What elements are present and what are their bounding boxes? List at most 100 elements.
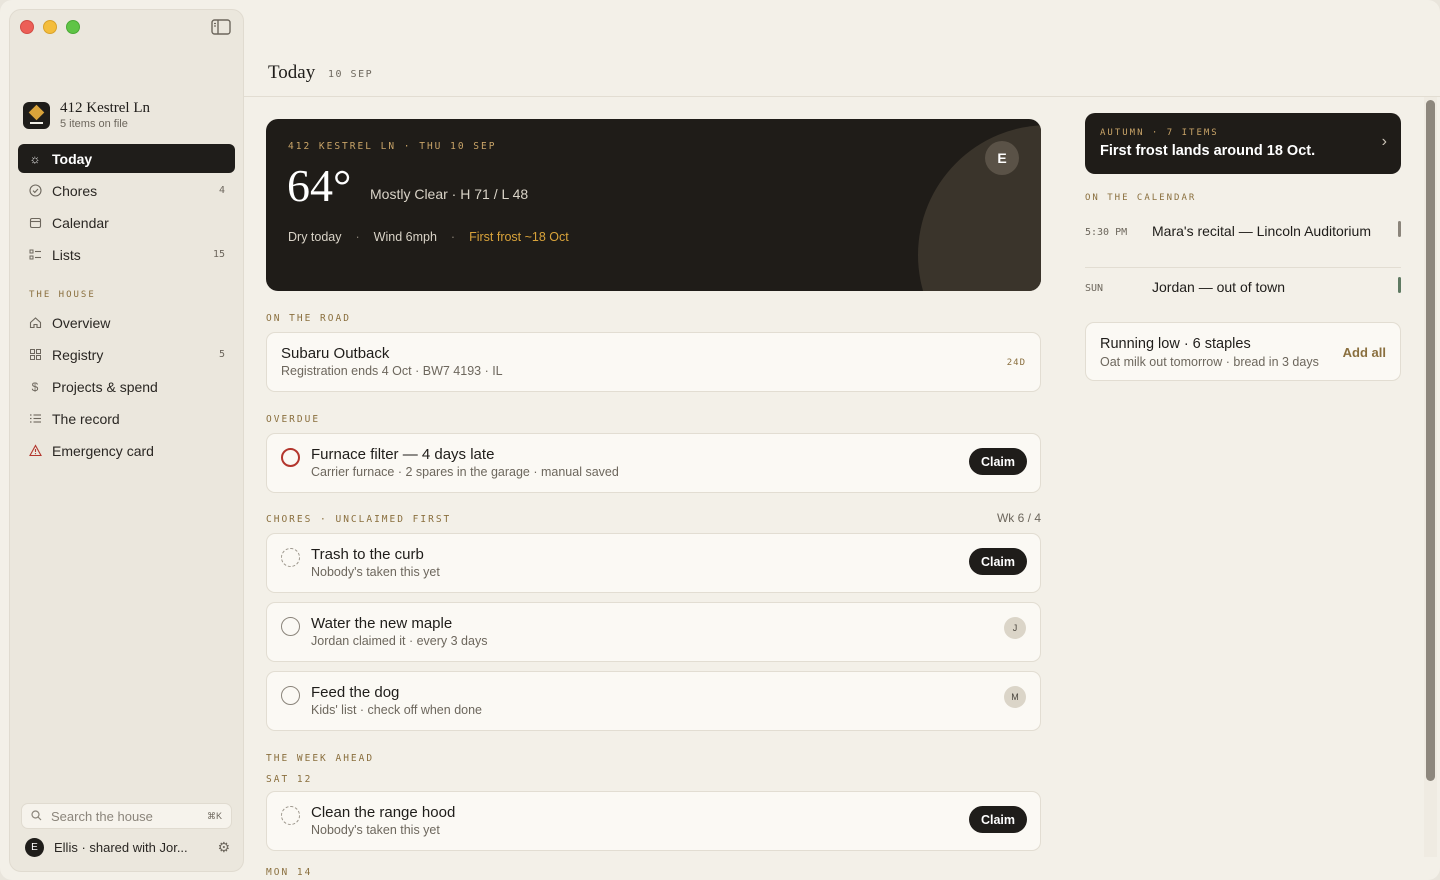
overdue-card[interactable]: Furnace filter — 4 days late Carrier fur… bbox=[266, 433, 1041, 493]
vehicle-sub: Registration ends 4 Oct · BW7 4193 · IL bbox=[281, 364, 503, 378]
warning-icon bbox=[28, 444, 42, 458]
decorative-circle bbox=[918, 125, 1041, 291]
road-section-label: ON THE ROAD bbox=[266, 313, 351, 324]
upcoming-card[interactable]: Clean the range hood Nobody's taken this… bbox=[266, 791, 1041, 851]
check-circle-icon bbox=[28, 184, 42, 198]
weather-dry: Dry today bbox=[288, 230, 342, 244]
weather-wind: Wind 6mph bbox=[373, 230, 437, 244]
house-switcher[interactable]: 412 Kestrel Ln 5 items on file bbox=[23, 100, 150, 130]
add-all-button[interactable]: Add all bbox=[1343, 345, 1386, 360]
sidebar-item-calendar[interactable]: Calendar bbox=[18, 208, 235, 237]
sidebar-item-label: Lists bbox=[52, 246, 81, 263]
search-icon bbox=[31, 809, 42, 824]
season-message: First frost lands around 18 Oct. bbox=[1100, 143, 1316, 159]
claim-button[interactable]: Claim bbox=[968, 448, 1027, 475]
sidebar-item-record[interactable]: The record bbox=[18, 404, 235, 433]
sidebar-item-today[interactable]: ☼ Today bbox=[18, 144, 235, 173]
gear-icon[interactable]: ⚙ bbox=[217, 839, 230, 856]
dollar-icon: $ bbox=[31, 379, 39, 394]
vehicle-title: Subaru Outback bbox=[281, 345, 390, 362]
chore-card[interactable]: Water the new maple Jordan claimed it · … bbox=[266, 602, 1041, 662]
sidebar-item-registry[interactable]: Registry 5 bbox=[18, 340, 235, 369]
page-title: Today bbox=[268, 62, 316, 83]
event-color-bar bbox=[1398, 221, 1401, 237]
account-row[interactable]: E Ellis · shared with Jor... ⚙ bbox=[25, 838, 230, 857]
close-window-button[interactable] bbox=[20, 20, 34, 34]
primary-nav: ☼ Today Chores 4 Calendar Lists 15 bbox=[18, 144, 235, 272]
sidebar: 412 Kestrel Ln 5 items on file ☼ Today C… bbox=[9, 9, 244, 872]
sidebar-item-overview[interactable]: Overview bbox=[18, 308, 235, 337]
registry-count: 5 bbox=[218, 349, 225, 360]
sidebar-item-label: Calendar bbox=[52, 214, 109, 231]
sidebar-item-projects[interactable]: $ Projects & spend bbox=[18, 372, 235, 401]
season-card[interactable]: AUTUMN · 7 ITEMS First frost lands aroun… bbox=[1085, 113, 1401, 174]
chore-card[interactable]: Trash to the curb Nobody's taken this ye… bbox=[266, 533, 1041, 593]
sidebar-item-label: Emergency card bbox=[52, 442, 154, 459]
sidebar-item-label: Chores bbox=[52, 182, 98, 199]
sidebar-item-label: Projects & spend bbox=[52, 378, 158, 395]
claim-button[interactable]: Claim bbox=[968, 806, 1027, 833]
chore-checkbox[interactable] bbox=[281, 548, 300, 567]
sidebar-item-lists[interactable]: Lists 15 bbox=[18, 240, 235, 269]
assignee-avatar: J bbox=[1004, 617, 1026, 639]
chore-checkbox[interactable] bbox=[281, 617, 300, 636]
house-section-label: THE HOUSE bbox=[29, 290, 96, 300]
zoom-window-button[interactable] bbox=[66, 20, 80, 34]
lists-count: 15 bbox=[212, 249, 225, 260]
overdue-section-label: OVERDUE bbox=[266, 414, 321, 425]
chevron-right-icon: › bbox=[1381, 133, 1387, 150]
separator-dot: · bbox=[450, 230, 456, 244]
sidebar-item-label: Overview bbox=[52, 314, 111, 331]
house-logo-icon bbox=[23, 101, 50, 129]
weather-frost: First frost ~18 Oct bbox=[469, 230, 569, 244]
event-color-bar bbox=[1398, 277, 1401, 293]
task-sub: Kids' list · check off when done bbox=[311, 703, 482, 717]
task-sub: Nobody's taken this yet bbox=[311, 565, 440, 579]
sun-icon: ☼ bbox=[29, 151, 41, 166]
week-counter: Wk 6 / 4 bbox=[996, 511, 1041, 525]
staples-sub: Oat milk out tomorrow · bread in 3 days bbox=[1100, 355, 1319, 369]
chores-section-label: CHORES · UNCLAIMED FIRST bbox=[266, 514, 452, 525]
app-window: 412 Kestrel Ln 5 items on file ☼ Today C… bbox=[0, 0, 1440, 880]
chore-card[interactable]: Feed the dog Kids' list · check off when… bbox=[266, 671, 1041, 731]
overdue-checkbox[interactable] bbox=[281, 448, 300, 467]
avatar: E bbox=[25, 838, 44, 857]
separator-dot: · bbox=[355, 230, 360, 244]
day-label: SAT 12 bbox=[266, 774, 313, 785]
sidebar-item-label: The record bbox=[52, 410, 120, 427]
window-controls bbox=[20, 20, 80, 34]
task-sub: Carrier furnace · 2 spares in the garage… bbox=[311, 465, 619, 479]
search-placeholder: Search the house bbox=[51, 808, 153, 824]
avatar[interactable]: E bbox=[985, 141, 1019, 175]
week-section-label: THE WEEK AHEAD bbox=[266, 753, 375, 764]
grid-icon bbox=[28, 348, 42, 362]
chores-count: 4 bbox=[218, 185, 225, 196]
weather-footer: Dry today · Wind 6mph · First frost ~18 … bbox=[288, 230, 569, 244]
task-title: Clean the range hood bbox=[311, 804, 456, 821]
search-input[interactable]: Search the house ⌘K bbox=[21, 803, 232, 829]
house-nav: Overview Registry 5 $ Projects & spend T… bbox=[18, 308, 235, 468]
sidebar-toggle-icon[interactable] bbox=[211, 19, 231, 35]
minimize-window-button[interactable] bbox=[43, 20, 57, 34]
assignee-avatar: M bbox=[1004, 686, 1026, 708]
season-kicker: AUTUMN · 7 ITEMS bbox=[1100, 128, 1219, 138]
vehicle-card[interactable]: Subaru Outback Registration ends 4 Oct ·… bbox=[266, 332, 1041, 392]
event-time: SUN bbox=[1085, 283, 1104, 294]
calendar-event[interactable]: SUN Jordan — out of town bbox=[1085, 277, 1401, 299]
account-label: Ellis · shared with Jor... bbox=[54, 840, 188, 855]
chore-checkbox[interactable] bbox=[281, 806, 300, 825]
event-title: Jordan — out of town bbox=[1152, 279, 1286, 295]
staples-title: Running low · 6 staples bbox=[1100, 336, 1251, 352]
lines-icon bbox=[28, 412, 42, 426]
sidebar-item-chores[interactable]: Chores 4 bbox=[18, 176, 235, 205]
page-header: Today 10 SEP bbox=[244, 0, 1440, 97]
sidebar-item-emergency[interactable]: Emergency card bbox=[18, 436, 235, 465]
chore-checkbox[interactable] bbox=[281, 686, 300, 705]
calendar-section-label: ON THE CALENDAR bbox=[1085, 193, 1197, 203]
house-name: 412 Kestrel Ln bbox=[60, 100, 150, 116]
claim-button[interactable]: Claim bbox=[968, 548, 1027, 575]
scrollbar-thumb[interactable] bbox=[1426, 100, 1435, 781]
list-icon bbox=[28, 248, 42, 262]
calendar-event[interactable]: 5:30 PM Mara's recital — Lincoln Auditor… bbox=[1085, 221, 1401, 263]
page-date: 10 SEP bbox=[328, 69, 374, 80]
